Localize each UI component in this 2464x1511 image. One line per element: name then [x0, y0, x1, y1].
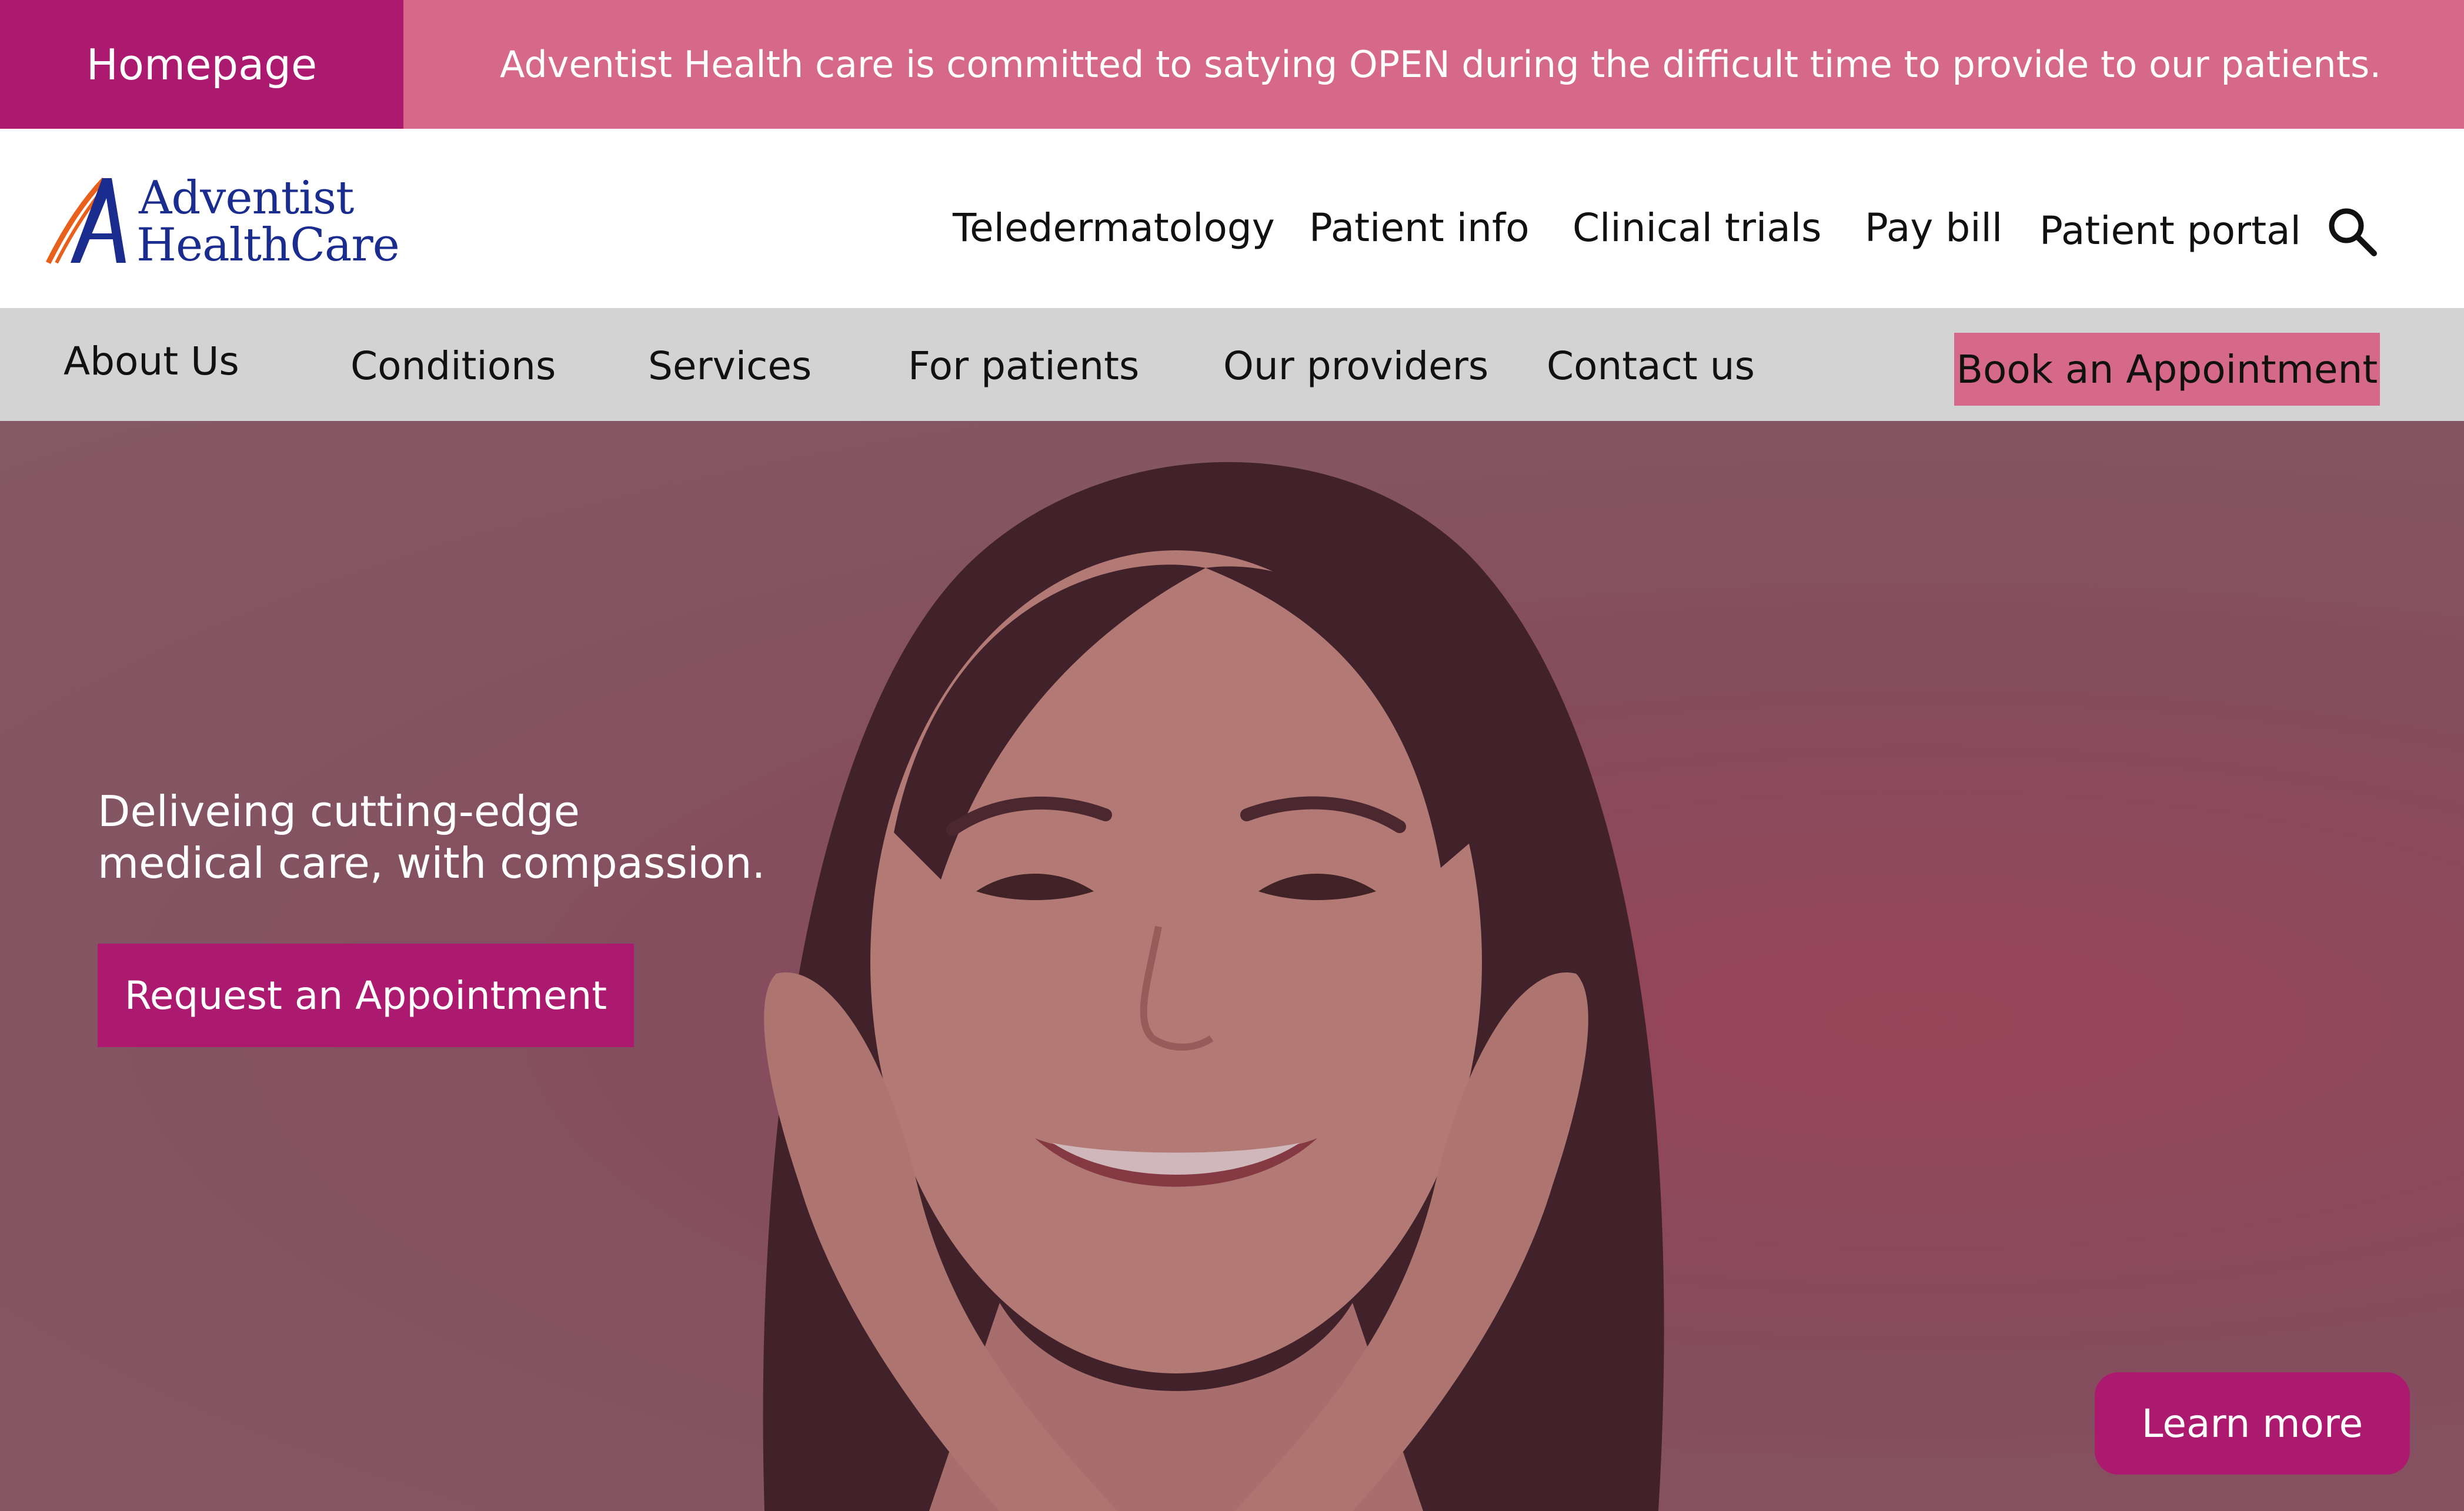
search-icon — [2329, 208, 2377, 256]
nav-our-providers[interactable]: Our providers — [1223, 343, 1488, 389]
announcement-text: Adventist Health care is committed to sa… — [500, 43, 2382, 86]
hero-tagline: Deliveing cutting-edge medical care, wit… — [98, 785, 803, 889]
nav-contact-us[interactable]: Contact us — [1547, 343, 1755, 389]
book-appointment-button[interactable]: Book an Appointment — [1954, 333, 2380, 406]
nav-services[interactable]: Services — [648, 343, 812, 389]
logo-line-2: HealthCare — [136, 219, 400, 272]
logo-wordmark: Adventist HealthCare — [136, 172, 400, 272]
logo-line-1: Adventist — [139, 172, 354, 225]
nav-link-patient-info[interactable]: Patient info — [1309, 205, 1530, 250]
nav-conditions[interactable]: Conditions — [350, 343, 556, 389]
nav-about-us[interactable]: About Us — [64, 339, 239, 384]
homepage-tab[interactable]: Homepage — [0, 0, 403, 129]
hero-tagline-line-1: Deliveing cutting-edge — [98, 787, 580, 836]
search-button[interactable] — [2326, 205, 2379, 258]
hero-section: Deliveing cutting-edge medical care, wit… — [0, 421, 2464, 1511]
main-nav: About Us Conditions Services For patient… — [0, 308, 2464, 421]
nav-link-clinical-trials[interactable]: Clinical trials — [1572, 205, 1822, 250]
learn-more-button[interactable]: Learn more — [2095, 1372, 2410, 1475]
hero-tagline-line-2: medical care, with compassion. — [98, 838, 766, 888]
site-header: Adventist HealthCare Teledermatology Pat… — [0, 129, 2464, 308]
nav-for-patients[interactable]: For patients — [908, 343, 1139, 389]
nav-link-pay-bill[interactable]: Pay bill — [1865, 205, 2002, 250]
request-appointment-button[interactable]: Request an Appointment — [98, 944, 634, 1047]
announcement-bar: Homepage Adventist Health care is commit… — [0, 0, 2464, 129]
homepage-label: Homepage — [86, 39, 318, 89]
logo-mark-icon — [45, 177, 126, 265]
nav-link-patient-portal[interactable]: Patient portal — [2039, 208, 2301, 253]
logo[interactable]: Adventist HealthCare — [42, 175, 400, 275]
nav-link-teledermatology[interactable]: Teledermatology — [953, 205, 1275, 250]
